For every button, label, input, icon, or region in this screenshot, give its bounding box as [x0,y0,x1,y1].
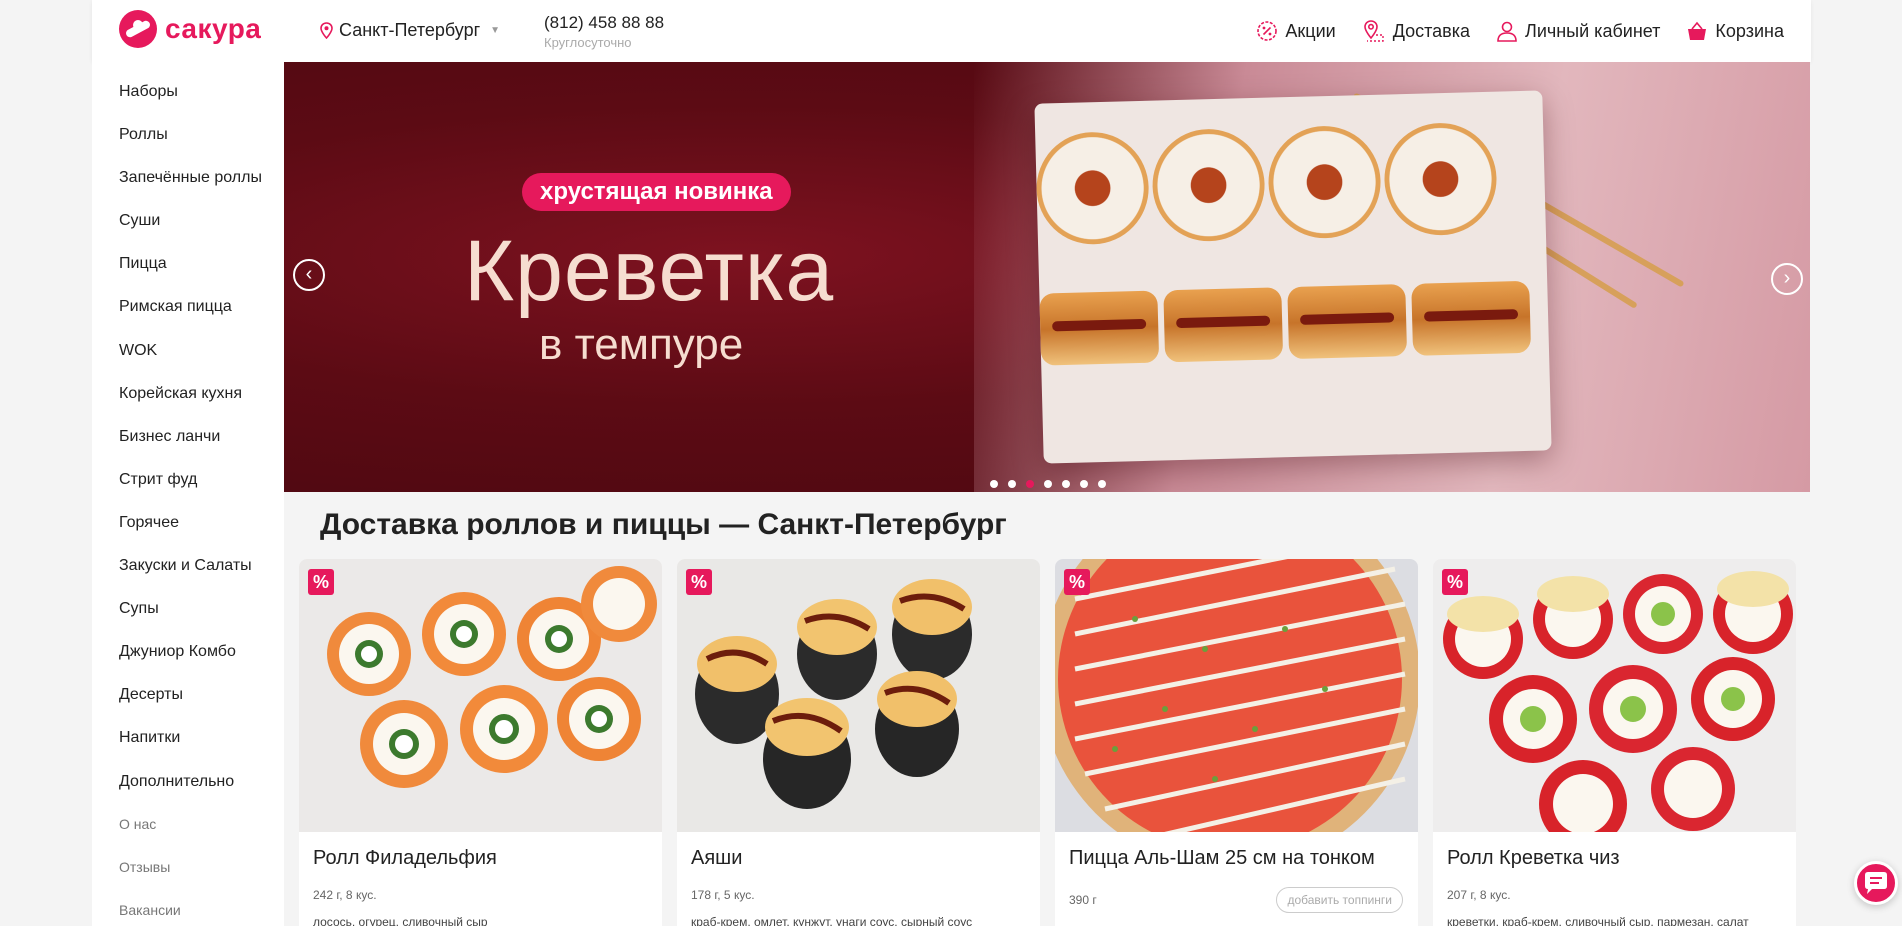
sidebar-item-korean[interactable]: Корейская кухня [92,372,284,415]
nav-account[interactable]: Личный кабинет [1496,19,1660,43]
product-weight: 207 г, 8 кус. [1447,888,1511,902]
sidebar-item-soups[interactable]: Супы [92,587,284,630]
slider-dot[interactable] [1044,480,1052,488]
city-label: Санкт-Петербург [339,20,481,40]
page-title: Доставка роллов и пиццы — Санкт-Петербур… [320,508,1007,541]
roll-side-image [1287,284,1408,360]
category-list: Наборы Роллы Запечённые роллы Суши Пицца… [92,62,284,926]
sakura-logo-icon [119,10,157,48]
sidebar-item-rolls[interactable]: Роллы [92,113,284,156]
product-card[interactable]: % Пицца Аль-Шам 25 см на тонком 390 г до… [1055,559,1418,926]
nav-label: Доставка [1392,20,1470,41]
roll-image [1151,127,1267,243]
basket-icon [1688,21,1707,40]
product-name[interactable]: Пицца Аль-Шам 25 см на тонком [1069,847,1375,870]
sidebar-item-sushi[interactable]: Суши [92,199,284,242]
slider-dot[interactable] [1080,480,1088,488]
sidebar-item-pizza[interactable]: Пицца [92,242,284,285]
slider-dot[interactable] [1026,480,1034,488]
sidebar-item-street-food[interactable]: Стрит фуд [92,458,284,501]
slider-dots [990,480,1106,488]
slider-dot[interactable] [990,480,998,488]
promo-banner[interactable]: хрустящая новинка Креветка в темпуре ‹ › [284,62,1810,492]
roll-side-image [1411,280,1532,356]
product-weight: 242 г, 8 кус. [313,888,377,902]
chat-bubble-icon [1865,872,1887,894]
product-card[interactable]: % Ролл Креветка чиз 207 г, 8 кус. кревет… [1433,559,1796,926]
sidebar-item-desserts[interactable]: Десерты [92,673,284,716]
product-description: лосось, огурец, сливочный сыр [313,915,488,926]
product-image [1055,559,1418,832]
product-name[interactable]: Ролл Креветка чиз [1447,847,1620,870]
site-header: сакура Санкт-Петербург ▼ (812) 458 88 88… [92,0,1811,62]
sidebar-link-reviews[interactable]: Отзывы [92,846,284,889]
city-selector[interactable]: Санкт-Петербург ▼ [320,20,500,41]
phone-block[interactable]: (812) 458 88 88 Круглосуточно [544,13,664,50]
sidebar-item-business-lunch[interactable]: Бизнес ланчи [92,415,284,458]
phone-number[interactable]: (812) 458 88 88 [544,13,664,33]
sidebar-item-extras[interactable]: Дополнительно [92,760,284,803]
slider-next-button[interactable]: › [1771,263,1803,295]
chat-button[interactable] [1854,861,1898,905]
add-toppings-button[interactable]: добавить топпинги [1276,887,1403,913]
discount-badge-icon: % [308,569,334,595]
banner-pill: хрустящая новинка [522,173,791,211]
product-image [1433,559,1796,832]
product-image [299,559,662,832]
slider-prev-button[interactable]: ‹ [293,259,325,291]
nav-cart[interactable]: Корзина [1686,19,1784,43]
banner-subtitle: в темпуре [539,320,744,369]
product-image [677,559,1040,832]
sidebar-link-about[interactable]: О нас [92,803,284,846]
chevron-down-icon: ▼ [490,25,501,36]
slider-dot[interactable] [1062,480,1070,488]
nav-delivery[interactable]: Доставка [1362,19,1470,43]
sidebar-item-hot[interactable]: Горячее [92,501,284,544]
banner-title: Креветка [464,223,835,319]
discount-badge-icon: % [1442,569,1468,595]
discount-badge-icon: % [686,569,712,595]
roll-image [1267,124,1382,240]
slider-dot[interactable] [1008,480,1016,488]
nav-promotions[interactable]: Акции [1256,19,1336,43]
logo[interactable]: сакура [119,10,261,48]
phone-hours: Круглосуточно [544,35,632,50]
sidebar-item-sets[interactable]: Наборы [92,70,284,113]
percent-badge-icon [1257,21,1278,41]
product-name[interactable]: Аяши [691,847,742,870]
sidebar-item-roman-pizza[interactable]: Римская пицца [92,285,284,328]
map-pin-icon [320,22,333,39]
slider-dot[interactable] [1098,480,1106,488]
product-weight: 390 г [1069,893,1097,907]
product-description: креветки, краб-крем, сливочный сыр, парм… [1447,915,1749,926]
nav-label: Корзина [1715,20,1784,41]
discount-badge-icon: % [1064,569,1090,595]
product-weight: 178 г, 5 кус. [691,888,755,902]
product-card[interactable]: % Ролл Филадельфия 242 г, 8 кус. лосось,… [299,559,662,926]
map-pin-icon [1363,20,1384,42]
sidebar-item-wok[interactable]: WOK [92,329,284,372]
header-nav: Акции Доставка Личный кабинет Корзина [1256,19,1784,43]
sidebar-item-junior-combo[interactable]: Джуниор Комбо [92,630,284,673]
sidebar-item-baked-rolls[interactable]: Запечённые роллы [92,156,284,199]
roll-side-image [1163,287,1284,363]
product-description: краб-крем, омлет, кунжут, унаги соус, сы… [691,915,973,926]
roll-image [1035,130,1151,246]
roll-image [1383,121,1498,237]
user-icon [1497,21,1517,42]
logo-text: сакура [165,13,262,44]
sidebar-item-snacks-salads[interactable]: Закуски и Салаты [92,544,284,587]
sushi-plate-image [1034,90,1552,464]
product-card[interactable]: % Аяши 178 г, 5 кус. краб-крем, омлет, к… [677,559,1040,926]
sidebar-item-drinks[interactable]: Напитки [92,716,284,759]
sidebar-link-jobs[interactable]: Вакансии [92,889,284,926]
product-name[interactable]: Ролл Филадельфия [313,847,497,870]
nav-label: Акции [1285,20,1336,41]
nav-label: Личный кабинет [1525,20,1661,41]
roll-side-image [1039,290,1160,366]
category-sidebar: Наборы Роллы Запечённые роллы Суши Пицца… [92,62,284,926]
